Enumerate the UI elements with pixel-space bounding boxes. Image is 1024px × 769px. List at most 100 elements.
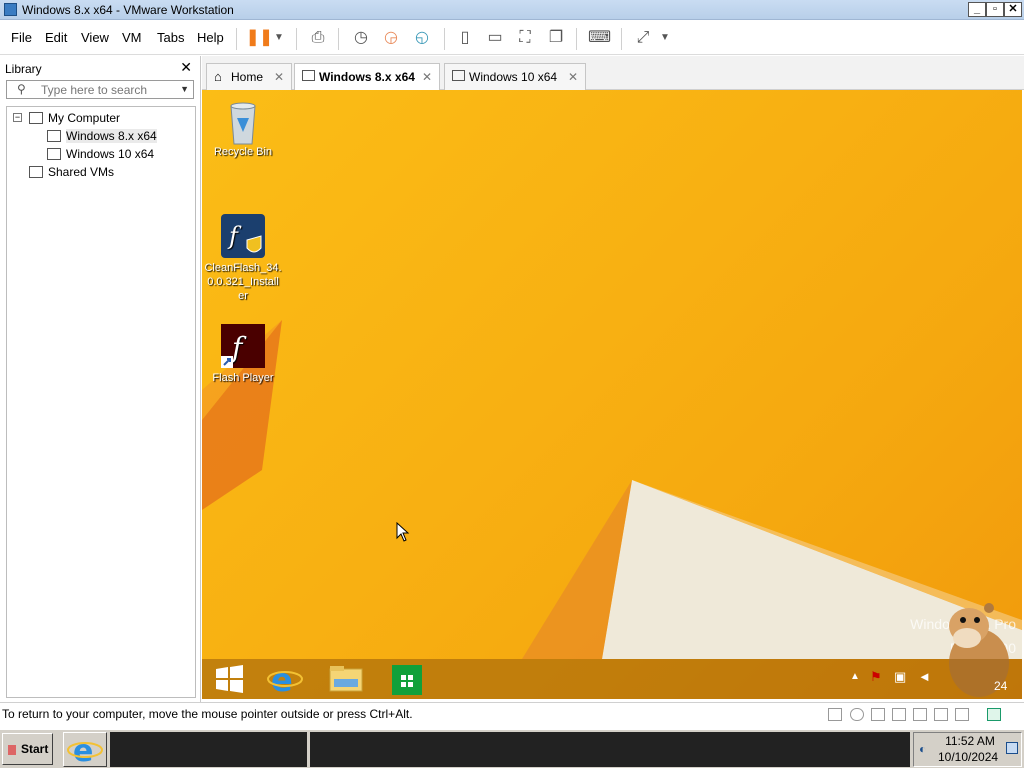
desktop-icon-recycle-bin[interactable]: Recycle Bin (202, 98, 284, 159)
close-icon[interactable]: ✕ (274, 64, 284, 90)
show-thumbnail-icon[interactable]: ▭ (484, 27, 506, 49)
message-log-icon[interactable] (987, 708, 1001, 721)
status-bar: To return to your computer, move the mou… (0, 702, 1024, 726)
menu-file[interactable]: File (11, 30, 32, 45)
full-screen-icon[interactable]: ⛶ (514, 27, 536, 49)
home-icon: ⌂ (214, 69, 222, 84)
internet-explorer-icon[interactable]: e (265, 661, 305, 699)
toolbar-separator (236, 28, 237, 50)
console-view-icon[interactable]: ⌨ (588, 27, 611, 49)
sound-card-icon[interactable] (934, 708, 948, 721)
tab-home[interactable]: ⌂ Home ✕ (206, 63, 292, 90)
printer-icon[interactable] (913, 708, 927, 721)
menu-help[interactable]: Help (197, 30, 224, 45)
tab-label: Home (231, 70, 264, 84)
tab-label: Windows 10 x64 (469, 70, 558, 84)
search-placeholder: Type here to search (41, 83, 148, 97)
toolbar-separator (338, 28, 339, 50)
stretch-guest-icon[interactable]: ⤢ (632, 27, 654, 49)
network-adapter-icon[interactable] (892, 708, 906, 721)
close-icon[interactable]: ✕ (568, 64, 578, 90)
tab-bar: ⌂ Home ✕ Windows 8.x x64 ✕ Windows 10 x6… (202, 56, 1024, 90)
computer-icon (29, 112, 43, 124)
menu-tabs[interactable]: Tabs (157, 30, 184, 45)
tree-item-shared-vms[interactable]: Shared VMs (29, 165, 114, 179)
status-message: To return to your computer, move the mou… (2, 707, 413, 721)
vm-icon (47, 130, 61, 142)
search-icon: ⚲ (17, 82, 26, 96)
svg-text:e: e (271, 661, 293, 697)
unity-icon[interactable]: ❐ (545, 27, 567, 49)
desktop-icon-cleanflash-installer[interactable]: f CleanFlash_34. 0.0.321_Install er (202, 214, 284, 303)
menu-edit[interactable]: Edit (45, 30, 67, 45)
floppy-icon[interactable] (871, 708, 885, 721)
taskbar-window-slot[interactable] (110, 732, 307, 767)
desktop-icon-label: Flash Player (212, 372, 274, 384)
start-button[interactable]: Start (2, 733, 53, 765)
internet-explorer-icon[interactable]: e (63, 732, 107, 769)
store-icon[interactable] (388, 661, 428, 697)
vm-icon (302, 70, 315, 81)
window-title-bar: Windows 8.x x64 - VMware Workstation _ ▫… (0, 0, 1024, 20)
host-taskbar: Start e ◐ 11:52 AM 10/10/2024 (0, 729, 1024, 769)
guest-taskbar: e ▲ ⚑ ▣ ◄ 24 (202, 659, 1022, 699)
show-library-icon[interactable]: ▯ (454, 27, 476, 49)
pause-icon[interactable]: ❚❚ (246, 27, 273, 49)
flash-installer-icon: f (221, 214, 265, 258)
volume-icon[interactable]: ◄ (918, 669, 931, 684)
tree-item-windows-10[interactable]: Windows 10 x64 (47, 147, 154, 161)
tree-item-my-computer[interactable]: My Computer (29, 111, 120, 125)
snapshot-icon[interactable]: ◷ (350, 27, 372, 49)
usb-device-icon[interactable] (955, 708, 969, 721)
vmware-app-icon (4, 3, 17, 16)
vm-icon (47, 148, 61, 160)
clock-time[interactable]: 11:52 AM (942, 734, 998, 748)
show-desktop-icon[interactable] (1006, 742, 1018, 754)
desktop-icon-label: Recycle Bin (213, 146, 273, 158)
desktop-icon-label: CleanFlash_34. 0.0.321_Install er (204, 262, 282, 302)
vm-icon (452, 70, 465, 81)
chevron-down-icon[interactable]: ▼ (654, 27, 676, 49)
snapshot-manager-icon[interactable]: ◵ (411, 27, 433, 49)
file-explorer-icon[interactable] (326, 661, 366, 697)
revert-snapshot-icon[interactable]: ◶ (380, 27, 402, 49)
start-flag-icon (8, 745, 16, 755)
clock-date[interactable]: 10/10/2024 (938, 750, 998, 764)
hard-disk-icon[interactable] (828, 708, 842, 721)
toolbar-separator (444, 28, 445, 50)
close-button[interactable]: ✕ (1004, 2, 1022, 17)
library-pane: Library ✕ ⚲ Type here to search ▼ − My C… (0, 56, 201, 702)
library-search-input[interactable]: ⚲ Type here to search ▼ (6, 80, 194, 99)
toolbar-separator (621, 28, 622, 50)
menu-bar: File Edit View VM Tabs Help ❚❚ ▼ ⎙ ◷ ◶ ◵… (0, 21, 1024, 55)
chevron-down-icon[interactable]: ▼ (180, 84, 189, 94)
close-icon[interactable]: ✕ (180, 59, 192, 76)
library-title: Library (5, 62, 42, 76)
menu-vm[interactable]: VM (122, 30, 142, 45)
library-tree: − My Computer Windows 8.x x64 Windows 10… (6, 106, 196, 698)
minimize-button[interactable]: _ (968, 2, 986, 17)
windows-start-icon[interactable] (210, 661, 250, 697)
taskbar-window-slot[interactable] (310, 732, 910, 767)
tree-item-windows-8[interactable]: Windows 8.x x64 (47, 129, 157, 143)
collapse-icon[interactable]: − (13, 113, 22, 122)
maximize-button[interactable]: ▫ (986, 2, 1004, 17)
menu-view[interactable]: View (81, 30, 109, 45)
action-center-flag-icon[interactable]: ⚑ (870, 669, 882, 685)
network-icon[interactable]: ▣ (894, 669, 906, 685)
svg-text:e: e (73, 734, 93, 766)
tab-windows-10[interactable]: Windows 10 x64 ✕ (444, 63, 586, 90)
chevron-down-icon[interactable]: ▼ (268, 27, 290, 49)
show-hidden-icons-icon[interactable]: ▲ (850, 671, 860, 682)
tray-app-icon[interactable]: ◐ (919, 742, 926, 756)
desktop-icon-flash-player[interactable]: f Flash Player (202, 324, 284, 385)
recycle-bin-icon (221, 98, 265, 145)
close-icon[interactable]: ✕ (422, 64, 432, 90)
mouse-cursor-icon (396, 522, 410, 542)
guest-desktop[interactable]: Recycle Bin f CleanFlash_34. 0.0.321_Ins… (202, 90, 1022, 699)
cd-dvd-icon[interactable] (850, 708, 864, 721)
send-ctrl-alt-del-icon[interactable]: ⎙ (307, 27, 329, 49)
flash-player-icon: f (221, 324, 265, 368)
tab-windows-8[interactable]: Windows 8.x x64 ✕ (294, 63, 440, 90)
start-label: Start (21, 742, 49, 756)
